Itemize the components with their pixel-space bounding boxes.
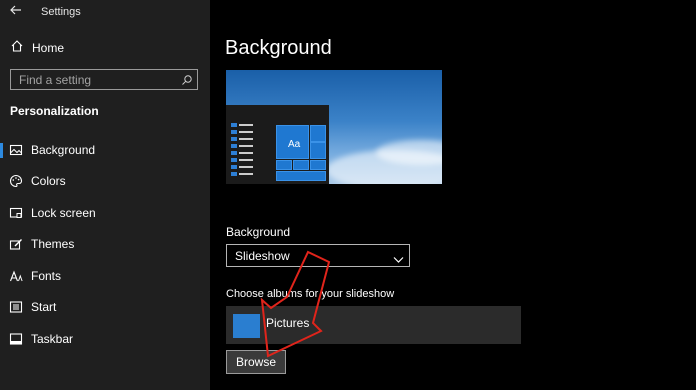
browse-button[interactable]: Browse [226, 350, 286, 374]
palette-icon [9, 174, 23, 188]
brush-icon [9, 237, 23, 251]
preview-tile-large: Aa [276, 125, 309, 159]
sidebar-item-background[interactable]: Background [0, 139, 210, 161]
sidebar-item-taskbar[interactable]: Taskbar [0, 328, 210, 350]
search-input[interactable] [11, 70, 171, 89]
sidebar-item-lock-screen[interactable]: Lock screen [0, 202, 210, 224]
background-type-dropdown[interactable]: Slideshow [226, 244, 410, 267]
background-preview: Aa [226, 70, 442, 184]
preview-app-icon [231, 151, 237, 155]
fonts-icon [9, 269, 23, 283]
sidebar: Settings Home Personalization Background… [0, 0, 210, 390]
sidebar-item-themes[interactable]: Themes [0, 233, 210, 255]
preview-tile [310, 142, 326, 159]
home-icon [10, 39, 24, 58]
preview-tile-text: Aa [288, 139, 301, 150]
start-icon [9, 300, 23, 314]
preview-app-line [239, 145, 253, 147]
section-title: Personalization [10, 104, 99, 118]
picture-icon [9, 143, 23, 157]
background-label: Background [226, 225, 291, 239]
home-link[interactable]: Home [10, 39, 65, 58]
preview-app-line [239, 152, 253, 154]
preview-tile [276, 160, 292, 170]
preview-app-line [239, 166, 253, 168]
preview-tile [310, 160, 326, 170]
preview-app-line [239, 131, 253, 133]
active-indicator [0, 143, 3, 158]
preview-app-icon [231, 172, 237, 176]
search-icon[interactable] [181, 73, 193, 91]
chevron-down-icon [393, 251, 404, 269]
preview-tile [276, 171, 326, 181]
taskbar-icon [9, 332, 23, 346]
album-name: Pictures [266, 316, 310, 330]
sidebar-item-label: Themes [31, 237, 75, 251]
preview-app-icon [231, 137, 237, 141]
preview-app-icon [231, 165, 237, 169]
app-title: Settings [41, 6, 81, 18]
back-arrow-icon[interactable] [9, 3, 23, 17]
preview-start-menu: Aa [226, 105, 329, 184]
preview-tile [310, 125, 326, 142]
album-item-pictures[interactable]: Pictures [226, 306, 521, 344]
sidebar-item-fonts[interactable]: Fonts [0, 265, 210, 287]
preview-tile [293, 160, 309, 170]
preview-app-line [239, 124, 253, 126]
preview-app-icon [231, 123, 237, 127]
dropdown-value: Slideshow [235, 249, 290, 263]
sidebar-item-label: Colors [31, 174, 66, 188]
sidebar-item-label: Fonts [31, 269, 62, 283]
home-label: Home [32, 41, 65, 55]
sidebar-item-label: Start [31, 300, 57, 314]
page-title: Background [225, 37, 332, 59]
preview-app-icon [231, 144, 237, 148]
sidebar-item-label: Lock screen [31, 206, 96, 220]
preview-app-line [239, 138, 253, 140]
search-box[interactable] [10, 69, 198, 90]
sidebar-item-start[interactable]: Start [0, 296, 210, 318]
lock-screen-icon [9, 206, 23, 220]
folder-thumbnail [233, 314, 260, 338]
sidebar-item-label: Background [31, 143, 96, 157]
sidebar-item-colors[interactable]: Colors [0, 170, 210, 192]
preview-app-icon [231, 158, 237, 162]
title-bar: Settings [0, 0, 210, 26]
albums-label: Choose albums for your slideshow [226, 288, 395, 300]
preview-app-line [239, 173, 253, 175]
preview-app-line [239, 159, 253, 161]
sidebar-item-label: Taskbar [31, 332, 74, 346]
preview-app-icon [231, 130, 237, 134]
